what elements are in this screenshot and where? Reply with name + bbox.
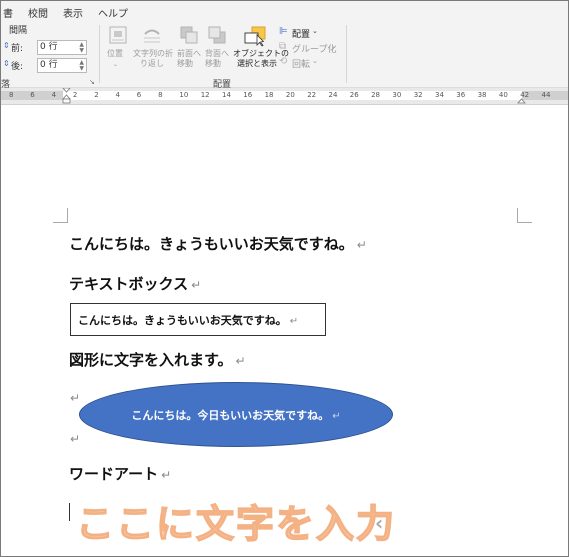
chevron-down-icon: ⌄ bbox=[331, 42, 337, 50]
ruler-number: 6 bbox=[136, 91, 142, 99]
space-after-input[interactable]: 0 行 ▲ ▼ bbox=[37, 58, 87, 73]
group-separator bbox=[99, 25, 100, 83]
wordart-anchor-icon: ‹ bbox=[375, 511, 384, 535]
tab-view[interactable]: 表示 bbox=[63, 5, 83, 20]
ruler-number: 24 bbox=[328, 91, 338, 99]
ruler-number: 10 bbox=[179, 91, 189, 99]
send-backward-button[interactable]: 背面へ bbox=[205, 49, 229, 59]
ellipse-shape-text[interactable]: こんにちは。今日もいいお天気ですね。 ↵ bbox=[131, 407, 340, 423]
align-button[interactable]: 配置 bbox=[292, 27, 310, 40]
heading-shape[interactable]: 図形に文字を入れます。 ↵ bbox=[69, 349, 246, 370]
paragraph-line1[interactable]: こんにちは。きょうもいいお天気ですね。 ↵ bbox=[69, 233, 367, 254]
ruler-number: 8 bbox=[158, 91, 163, 99]
rotate-icon: ⟲ bbox=[279, 56, 288, 67]
ruler-number: 44 bbox=[541, 91, 551, 99]
wrap-text-icon[interactable] bbox=[142, 25, 162, 45]
ribbon-tab-bar: 書 校閲 表示 ヘルプ bbox=[1, 1, 568, 21]
ruler-number: 34 bbox=[435, 91, 444, 99]
spin-down-icon[interactable]: ▼ bbox=[79, 48, 84, 54]
chevron-down-icon: ⌄ bbox=[113, 61, 119, 68]
space-before-input[interactable]: 0 行 ▲ ▼ bbox=[37, 40, 87, 55]
indent-marker-icon[interactable] bbox=[62, 88, 71, 104]
ruler-number: 2 bbox=[94, 91, 99, 99]
send-backward-button-line2: 移動 bbox=[205, 59, 221, 68]
tab-review[interactable]: 校閲 bbox=[28, 5, 48, 20]
paragraph-mark: ↵ bbox=[70, 432, 81, 446]
wordart-text[interactable]: ここに文字を入力 bbox=[75, 493, 396, 548]
ruler-number: 20 bbox=[285, 91, 295, 99]
heading-textbox[interactable]: テキストボックス ↵ bbox=[69, 273, 201, 294]
ruler-number: 26 bbox=[349, 91, 359, 99]
right-indent-marker-icon[interactable] bbox=[517, 95, 526, 104]
group-button[interactable]: グループ化 bbox=[292, 42, 336, 55]
text-cursor bbox=[69, 503, 70, 521]
selection-pane-button-line2: 選択と表示 bbox=[237, 59, 277, 68]
heading-wordart[interactable]: ワードアート ↵ bbox=[69, 463, 171, 484]
ellipse-shape[interactable]: こんにちは。今日もいいお天気ですね。 ↵ bbox=[79, 382, 393, 447]
ruler-number: 4 bbox=[115, 91, 120, 99]
dialog-launcher-icon[interactable]: ↘ bbox=[89, 78, 95, 86]
paragraph-mark: ↵ bbox=[70, 391, 81, 405]
ruler-number: 16 bbox=[243, 91, 253, 99]
position-button[interactable]: 位置 bbox=[107, 49, 123, 59]
text-box-content[interactable]: こんにちは。きょうもいいお天気ですね。 ↵ bbox=[78, 312, 298, 328]
ruler-number: 32 bbox=[413, 91, 423, 99]
margin-corner-top-left bbox=[53, 208, 68, 223]
rotate-button[interactable]: 回転 bbox=[292, 57, 310, 70]
group-separator bbox=[346, 25, 347, 83]
ruler-number: 8 bbox=[9, 91, 14, 99]
ruler-number: 36 bbox=[456, 91, 466, 99]
chevron-down-icon: ⌄ bbox=[312, 27, 318, 35]
spin-down-icon[interactable]: ▼ bbox=[79, 66, 84, 72]
ruler-number: 40 bbox=[498, 91, 508, 99]
bring-forward-button-line2: 移動 bbox=[177, 59, 193, 68]
margin-corner-top-right bbox=[517, 208, 532, 223]
document-page[interactable]: こんにちは。きょうもいいお天気ですね。 ↵ テキストボックス ↵ こんにちは。きょう… bbox=[1, 105, 568, 556]
wrap-text-button-line2: り返し bbox=[140, 59, 164, 68]
horizontal-ruler[interactable]: 8 6 4 2 2 4 6 8 10 12 14 16 18 20 22 24 26 28 30 32 34 36 38 40… bbox=[1, 88, 568, 105]
ruler-number: 30 bbox=[392, 91, 402, 99]
space-after-label: 後: bbox=[11, 62, 24, 72]
ruler-number: 18 bbox=[264, 91, 274, 99]
bring-forward-button[interactable]: 前面へ bbox=[177, 49, 201, 59]
ruler-number: 38 bbox=[477, 91, 487, 99]
ruler-number: 2 bbox=[72, 91, 78, 99]
ruler-number: 4 bbox=[51, 91, 57, 99]
spacing-label: 間隔 bbox=[9, 26, 28, 36]
chevron-down-icon: ⌄ bbox=[312, 57, 318, 65]
space-before-icon: ⇕ bbox=[3, 41, 10, 50]
text-box[interactable]: こんにちは。きょうもいいお天気ですね。 ↵ bbox=[70, 303, 326, 336]
selection-pane-icon[interactable] bbox=[244, 25, 268, 47]
ruler-number: 14 bbox=[222, 91, 231, 99]
ruler-number: 22 bbox=[307, 91, 317, 99]
align-icon: ⊫ bbox=[279, 26, 288, 37]
tab-help[interactable]: ヘルプ bbox=[98, 5, 128, 20]
ruler-number: 28 bbox=[371, 91, 381, 99]
ruler-number: 12 bbox=[200, 91, 210, 99]
send-backward-icon[interactable] bbox=[207, 25, 227, 45]
tab-references[interactable]: 書 bbox=[3, 5, 13, 20]
wrap-text-button[interactable]: 文字列の折 bbox=[133, 49, 173, 59]
position-icon[interactable] bbox=[108, 25, 128, 45]
space-after-icon: ⇕ bbox=[3, 59, 10, 68]
ribbon: 間隔 ⇕ 前: 0 行 ▲ ▼ ⇕ 後: 0 行 ▲ ▼ 落 ↘ 位置 ⌄ 文字… bbox=[1, 21, 568, 90]
group-icon: ⧉ bbox=[279, 41, 287, 52]
space-before-label: 前: bbox=[11, 44, 24, 54]
window-frame: 書 校閲 表示 ヘルプ 間隔 ⇕ 前: 0 行 ▲ ▼ ⇕ 後: 0 行 ▲ ▼… bbox=[0, 0, 569, 557]
bring-forward-icon[interactable] bbox=[179, 25, 199, 45]
ruler-number: 6 bbox=[30, 91, 35, 99]
